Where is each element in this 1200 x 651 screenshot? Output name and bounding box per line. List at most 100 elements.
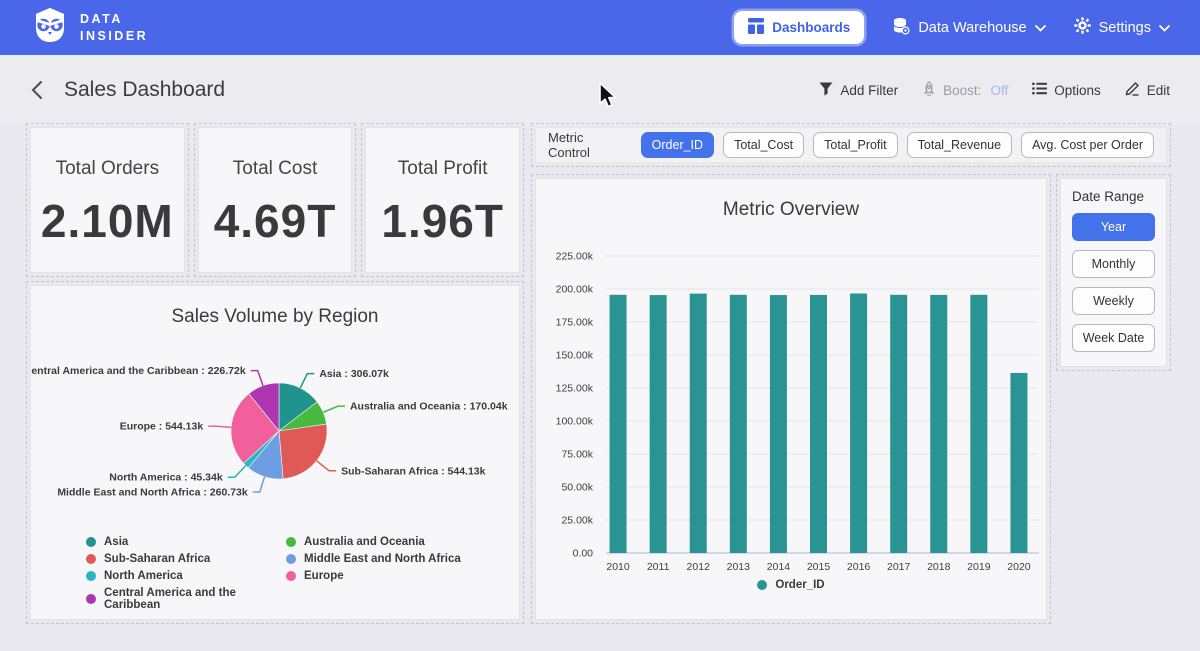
svg-text:Europe : 544.13k: Europe : 544.13k (120, 421, 204, 433)
legend-label: Asia (104, 536, 128, 548)
svg-text:100.00k: 100.00k (556, 416, 594, 428)
svg-text:2012: 2012 (687, 561, 711, 573)
metric-chip-total-revenue[interactable]: Total_Revenue (907, 132, 1012, 158)
options-list-icon (1032, 82, 1047, 98)
legend-dot (86, 537, 96, 547)
legend-item[interactable]: Australia and Oceania (286, 536, 461, 548)
chevron-down-icon (1159, 20, 1170, 36)
svg-text:125.00k: 125.00k (556, 383, 594, 395)
pie-legend: Asia Australia and Oceania Sub-Saharan A… (86, 536, 461, 611)
svg-text:2013: 2013 (727, 561, 751, 573)
legend-dot (286, 571, 296, 581)
filter-icon (819, 82, 833, 99)
bar-legend-label: Order_ID (775, 579, 824, 591)
options-label: Options (1054, 83, 1101, 98)
edit-button[interactable]: Edit (1125, 81, 1170, 99)
svg-text:Australia and Oceania : 170.04: Australia and Oceania : 170.04k (350, 401, 508, 413)
date-range-weekly-button[interactable]: Weekly (1072, 287, 1155, 315)
page-title: Sales Dashboard (64, 78, 225, 102)
legend-dot (286, 554, 296, 564)
svg-text:75.00k: 75.00k (561, 449, 593, 461)
edit-label: Edit (1147, 83, 1170, 98)
svg-text:North America : 45.34k: North America : 45.34k (109, 472, 223, 484)
kpi-label: Total Orders (56, 158, 159, 180)
legend-label: Australia and Oceania (304, 536, 425, 548)
rocket-icon (922, 81, 936, 100)
legend-item[interactable]: Sub-Saharan Africa (86, 553, 286, 565)
metric-chip-total-profit[interactable]: Total_Profit (813, 132, 898, 158)
brand-line2: INSIDER (80, 28, 148, 45)
svg-text:200.00k: 200.00k (556, 284, 594, 296)
svg-text:25.00k: 25.00k (561, 515, 593, 527)
legend-item[interactable]: Middle East and North Africa (286, 553, 461, 565)
svg-text:175.00k: 175.00k (556, 317, 594, 329)
svg-text:Middle East and North Africa :: Middle East and North Africa : 260.73k (57, 487, 248, 499)
legend-dot (86, 554, 96, 564)
svg-text:2015: 2015 (807, 561, 831, 573)
nav-settings[interactable]: Settings (1074, 17, 1170, 38)
metric-control-bar: Metric Control Order_ID Total_Cost Total… (535, 127, 1167, 163)
nav-settings-label: Settings (1099, 20, 1151, 36)
svg-text:2014: 2014 (767, 561, 791, 573)
date-range-year-button[interactable]: Year (1072, 213, 1155, 241)
nav-data-warehouse-label: Data Warehouse (918, 20, 1026, 36)
metric-chip-avg-cost[interactable]: Avg. Cost per Order (1021, 132, 1154, 158)
add-filter-button[interactable]: Add Filter (819, 82, 898, 99)
svg-text:2020: 2020 (1007, 561, 1031, 573)
chevron-down-icon (1035, 20, 1046, 36)
boost-toggle[interactable]: Boost: Off (922, 81, 1008, 100)
legend-label: Middle East and North Africa (304, 553, 461, 565)
svg-text:2016: 2016 (847, 561, 871, 573)
date-range-monthly-button[interactable]: Monthly (1072, 250, 1155, 278)
legend-label: Central America and the Caribbean (104, 587, 286, 611)
kpi-label: Total Profit (398, 158, 488, 180)
boost-label: Boost: (943, 83, 981, 98)
svg-text:2010: 2010 (606, 561, 630, 573)
legend-item[interactable]: Asia (86, 536, 286, 548)
legend-dot (86, 594, 96, 604)
dashboards-grid-icon (748, 18, 764, 37)
brand-logo[interactable]: DATA INSIDER (30, 6, 148, 49)
legend-dot (286, 537, 296, 547)
legend-label: Sub-Saharan Africa (104, 553, 210, 565)
bar-chart-legend[interactable]: Order_ID (536, 579, 1046, 591)
metric-chip-order-id[interactable]: Order_ID (641, 132, 714, 158)
nav-data-warehouse[interactable]: Data Warehouse (892, 17, 1045, 39)
options-button[interactable]: Options (1032, 82, 1101, 98)
kpi-value: 1.96T (381, 194, 504, 248)
svg-text:225.00k: 225.00k (556, 251, 594, 263)
kpi-value: 4.69T (214, 194, 337, 248)
svg-text:0.00: 0.00 (573, 548, 594, 560)
nav-dashboards-button[interactable]: Dashboards (734, 11, 864, 44)
kpi-label: Total Cost (233, 158, 317, 180)
legend-item[interactable]: Central America and the Caribbean (86, 587, 286, 611)
bar-chart[interactable]: 0.0025.00k50.00k75.00k100.00k125.00k150.… (539, 234, 1045, 579)
svg-text:2011: 2011 (647, 561, 670, 573)
bar-chart-title: Metric Overview (536, 179, 1046, 221)
svg-text:2017: 2017 (887, 561, 911, 573)
pie-chart[interactable]: Asia : 306.07kAustralia and Oceania : 17… (31, 344, 521, 534)
legend-item[interactable]: Europe (286, 570, 461, 582)
brand-line1: DATA (80, 11, 148, 28)
back-button[interactable] (30, 80, 44, 100)
page-header: Sales Dashboard Add Filter Boost: Off (0, 55, 1200, 125)
metric-chip-total-cost[interactable]: Total_Cost (723, 132, 804, 158)
legend-label: Europe (304, 570, 344, 582)
pencil-icon (1125, 81, 1140, 99)
boost-value: Off (990, 83, 1008, 98)
gear-icon (1074, 17, 1091, 38)
legend-label: North America (104, 570, 183, 582)
svg-text:Central America and the Caribb: Central America and the Caribbean : 226.… (31, 365, 246, 377)
date-range-week-date-button[interactable]: Week Date (1072, 324, 1155, 352)
kpi-row: Total Orders 2.10M Total Cost 4.69T Tota… (30, 127, 520, 273)
legend-dot (86, 571, 96, 581)
kpi-card-total-cost: Total Cost 4.69T (198, 127, 353, 273)
kpi-card-total-orders: Total Orders 2.10M (30, 127, 185, 273)
svg-text:2018: 2018 (927, 561, 951, 573)
add-filter-label: Add Filter (840, 83, 898, 98)
pie-chart-title: Sales Volume by Region (31, 286, 519, 328)
legend-item[interactable]: North America (86, 570, 286, 582)
kpi-value: 2.10M (41, 194, 174, 248)
date-range-panel: Date Range Year Monthly Weekly Week Date (1060, 178, 1167, 367)
svg-text:Sub-Saharan Africa : 544.13k: Sub-Saharan Africa : 544.13k (341, 465, 485, 477)
